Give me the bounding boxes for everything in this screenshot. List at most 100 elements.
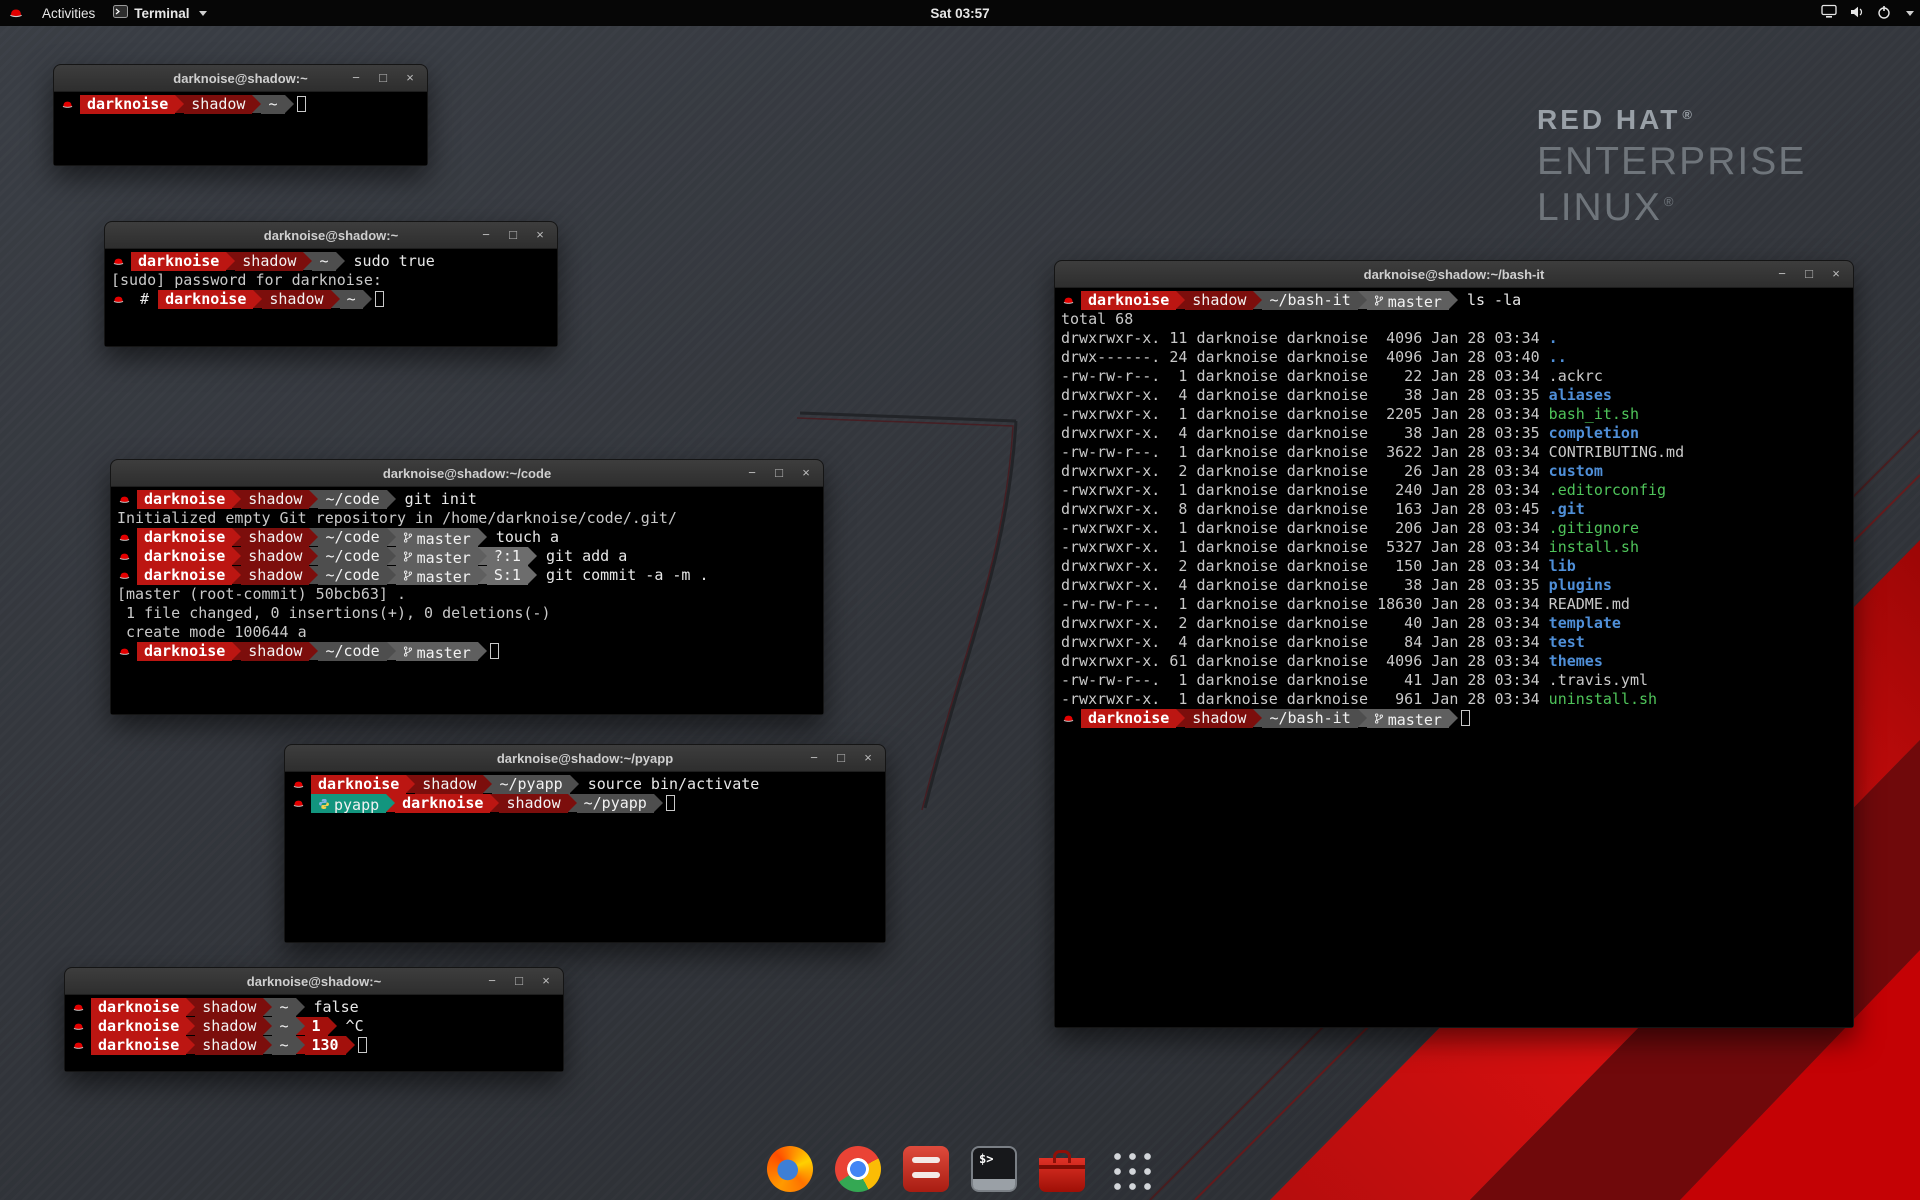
powerline-arrow — [483, 775, 492, 793]
powerline-arrow — [263, 998, 272, 1016]
close-button[interactable]: × — [403, 71, 417, 85]
terminal-window-code: darknoise@shadow:~/code − □ × darknoises… — [110, 459, 824, 715]
powerline-arrow — [232, 642, 241, 660]
powerline-arrow — [478, 642, 487, 660]
terminal-text: install.sh — [1549, 538, 1639, 556]
terminal-text: -rw-rw-r--. 1 darknoise darknoise 3622 J… — [1061, 443, 1684, 461]
terminal-text: touch a — [487, 528, 559, 546]
terminal-line: darknoiseshadow~/codemasterS:1 git commi… — [117, 566, 817, 585]
powerline-arrow — [387, 490, 396, 508]
terminal-cursor — [1461, 710, 1470, 726]
terminal-line: drwxrwxr-x. 4 darknoise darknoise 38 Jan… — [1061, 424, 1847, 443]
prompt-segment-path: ~ — [272, 998, 295, 1017]
close-button[interactable]: × — [533, 228, 547, 242]
terminal-text: drwxrwxr-x. 4 darknoise darknoise 38 Jan… — [1061, 424, 1549, 442]
terminal-text: -rwxrwxr-x. 1 darknoise darknoise 5327 J… — [1061, 538, 1549, 556]
prompt-segment-gitstat: S:1 — [487, 566, 528, 585]
toolbox-icon[interactable] — [1039, 1146, 1085, 1192]
powerline-arrow — [387, 528, 396, 546]
terminal-text: custom — [1549, 462, 1603, 480]
powerline-arrow — [528, 547, 537, 565]
activities-button[interactable]: Activities — [38, 4, 99, 23]
terminal-content[interactable]: darknoiseshadow~/pyapp source bin/activa… — [285, 772, 885, 942]
powerline-arrow — [386, 794, 395, 812]
terminal-text: false — [305, 998, 359, 1016]
maximize-button[interactable]: □ — [772, 466, 786, 480]
window-titlebar[interactable]: darknoise@shadow:~/bash-it − □ × — [1055, 261, 1853, 288]
maximize-button[interactable]: □ — [834, 751, 848, 765]
maximize-button[interactable]: □ — [512, 974, 526, 988]
terminal-cursor — [666, 795, 675, 811]
close-button[interactable]: × — [539, 974, 553, 988]
terminal-text: -rwxrwxr-x. 1 darknoise darknoise 240 Ja… — [1061, 481, 1549, 499]
prompt-segment-user: darknoise — [395, 794, 490, 813]
prompt-segment-git: master — [1367, 709, 1449, 728]
terminal-text: drwxrwxr-x. 2 darknoise darknoise 150 Ja… — [1061, 557, 1549, 575]
prompt-segment-user: darknoise — [80, 95, 175, 114]
window-titlebar[interactable]: darknoise@shadow:~ − □ × — [105, 222, 557, 249]
redhat-icon — [292, 796, 305, 811]
terminal-content[interactable]: darknoiseshadow~ — [54, 92, 427, 165]
terminal-line: drwxrwxr-x. 4 darknoise darknoise 38 Jan… — [1061, 386, 1847, 405]
terminal-line: # darknoiseshadow~ — [111, 290, 551, 309]
terminal-text: .. — [1549, 348, 1567, 366]
powerline-arrow — [263, 1017, 272, 1035]
clock[interactable]: Sat 03:57 — [930, 6, 989, 21]
terminal-text: . — [1549, 329, 1558, 347]
close-button[interactable]: × — [861, 751, 875, 765]
terminal-text: ^C — [337, 1017, 364, 1035]
minimize-button[interactable]: − — [479, 228, 493, 242]
terminal-line: darknoiseshadow~/bash-itmaster ls -la — [1061, 291, 1847, 310]
app-menu[interactable]: Terminal — [113, 5, 206, 21]
prompt-segment-host: shadow — [499, 794, 567, 813]
redhat-distro-icon[interactable] — [8, 5, 24, 21]
maximize-button[interactable]: □ — [1802, 267, 1816, 281]
window-titlebar[interactable]: darknoise@shadow:~ − □ × — [54, 65, 427, 92]
terminal-text: drwxrwxr-x. 2 darknoise darknoise 40 Jan… — [1061, 614, 1549, 632]
prompt-segment-user: darknoise — [131, 252, 226, 271]
terminal-line: total 68 — [1061, 310, 1847, 329]
terminal-line: [master (root-commit) 50bcb63] . — [117, 585, 817, 604]
terminal-text: drwxrwxr-x. 4 darknoise darknoise 84 Jan… — [1061, 633, 1549, 651]
file-manager-icon[interactable] — [903, 1146, 949, 1192]
minimize-button[interactable]: − — [349, 71, 363, 85]
minimize-button[interactable]: − — [485, 974, 499, 988]
redhat-icon — [72, 1000, 85, 1015]
terminal-content[interactable]: darknoiseshadow~ sudo true[sudo] passwor… — [105, 249, 557, 346]
chrome-icon[interactable] — [835, 1146, 881, 1192]
close-button[interactable]: × — [1829, 267, 1843, 281]
terminal-content[interactable]: darknoiseshadow~/code git initInitialize… — [111, 487, 823, 714]
terminal-line: -rwxrwxr-x. 1 darknoise darknoise 961 Ja… — [1061, 690, 1847, 709]
terminal-text: template — [1549, 614, 1621, 632]
maximize-button[interactable]: □ — [506, 228, 520, 242]
terminal-text: lib — [1549, 557, 1576, 575]
powerline-arrow — [387, 547, 396, 565]
powerline-arrow — [285, 95, 294, 113]
system-status-area[interactable] — [1821, 0, 1914, 26]
terminal-content[interactable]: darknoiseshadow~ falsedarknoiseshadow~1 … — [65, 995, 563, 1071]
prompt-segment-host: shadow — [195, 998, 263, 1017]
maximize-button[interactable]: □ — [376, 71, 390, 85]
terminal-text: git commit -a -m . — [537, 566, 709, 584]
terminal-line: Initialized empty Git repository in /hom… — [117, 509, 817, 528]
terminal-text: bash_it.sh — [1549, 405, 1639, 423]
terminal-text: [master (root-commit) 50bcb63] . — [117, 585, 406, 603]
close-button[interactable]: × — [799, 466, 813, 480]
window-titlebar[interactable]: darknoise@shadow:~/pyapp − □ × — [285, 745, 885, 772]
terminal-app-icon — [113, 5, 128, 21]
minimize-button[interactable]: − — [1775, 267, 1789, 281]
terminal-content[interactable]: darknoiseshadow~/bash-itmaster ls -latot… — [1055, 288, 1853, 1027]
firefox-icon[interactable] — [767, 1146, 813, 1192]
window-titlebar[interactable]: darknoise@shadow:~ − □ × — [65, 968, 563, 995]
powerline-arrow — [309, 528, 318, 546]
window-title: darknoise@shadow:~ — [264, 228, 398, 243]
prompt-segment-host: shadow — [235, 252, 303, 271]
terminal-line: -rwxrwxr-x. 1 darknoise darknoise 5327 J… — [1061, 538, 1847, 557]
terminal-line: -rw-rw-r--. 1 darknoise darknoise 18630 … — [1061, 595, 1847, 614]
minimize-button[interactable]: − — [745, 466, 759, 480]
show-applications-icon[interactable] — [1107, 1146, 1153, 1192]
minimize-button[interactable]: − — [807, 751, 821, 765]
window-titlebar[interactable]: darknoise@shadow:~/code − □ × — [111, 460, 823, 487]
terminal-cursor — [490, 643, 499, 659]
terminal-icon[interactable]: $> — [971, 1146, 1017, 1192]
